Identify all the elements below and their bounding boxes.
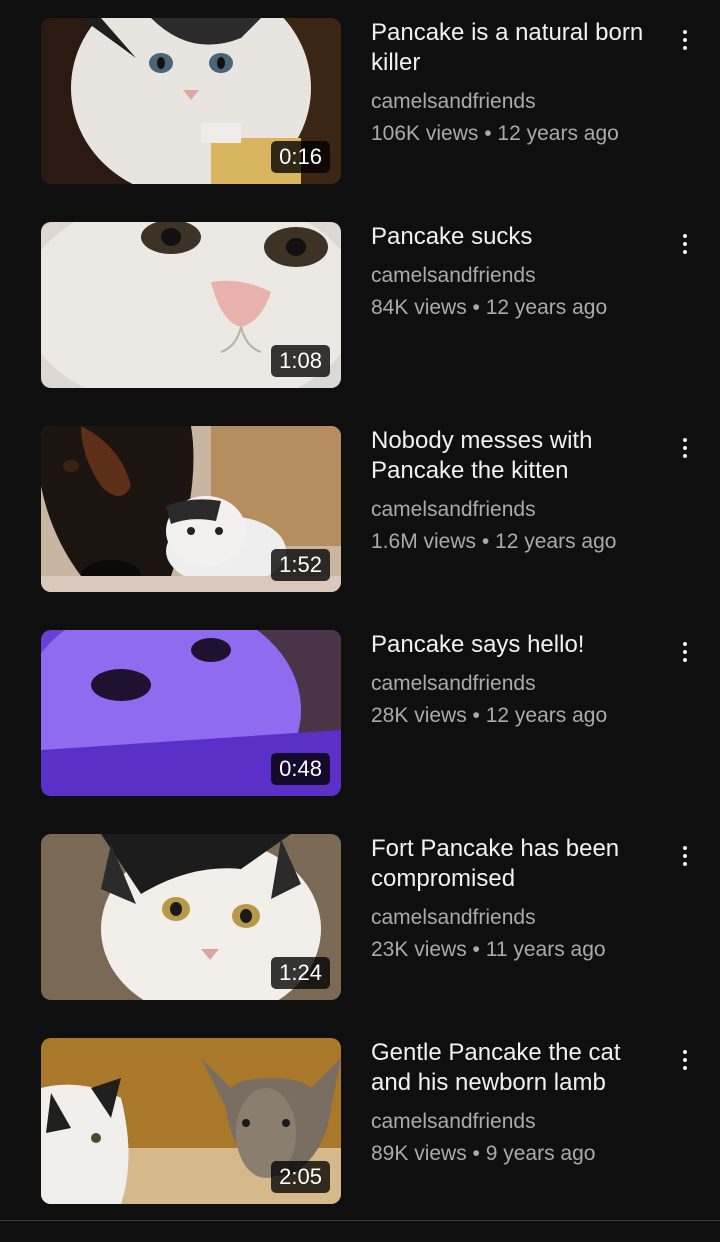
video-stats: 106K views • 12 years ago	[371, 122, 619, 145]
video-title[interactable]: Gentle Pancake the cat and his newborn l…	[371, 1038, 661, 1098]
video-item[interactable]: 0:16 Pancake is a natural born killer ca…	[0, 18, 720, 184]
channel-name[interactable]: camelsandfriends	[371, 86, 671, 118]
more-vert-icon[interactable]	[670, 838, 700, 874]
video-duration: 0:48	[271, 753, 330, 785]
video-stats: 84K views • 12 years ago	[371, 296, 608, 319]
video-stats: 28K views • 12 years ago	[371, 704, 608, 727]
divider	[0, 1220, 720, 1221]
video-thumbnail[interactable]: 0:48	[41, 630, 341, 796]
video-title[interactable]: Nobody messes with Pancake the kitten	[371, 426, 661, 486]
channel-name[interactable]: camelsandfriends	[371, 668, 671, 700]
video-duration: 1:24	[271, 957, 330, 989]
video-item[interactable]: 2:05 Gentle Pancake the cat and his newb…	[0, 1038, 720, 1204]
video-stats: 23K views • 11 years ago	[371, 938, 606, 961]
channel-name[interactable]: camelsandfriends	[371, 260, 671, 292]
video-title[interactable]: Pancake says hello!	[371, 630, 661, 660]
more-vert-icon[interactable]	[670, 226, 700, 262]
video-thumbnail[interactable]: 1:08	[41, 222, 341, 388]
video-item[interactable]: 1:24 Fort Pancake has been compromised c…	[0, 834, 720, 1000]
video-title[interactable]: Fort Pancake has been compromised	[371, 834, 661, 894]
channel-name[interactable]: camelsandfriends	[371, 902, 671, 934]
video-thumbnail[interactable]: 0:16	[41, 18, 341, 184]
video-title[interactable]: Pancake sucks	[371, 222, 661, 252]
video-thumbnail[interactable]: 1:52	[41, 426, 341, 592]
channel-name[interactable]: camelsandfriends	[371, 494, 671, 526]
channel-name[interactable]: camelsandfriends	[371, 1106, 671, 1138]
video-item[interactable]: 1:08 Pancake sucks camelsandfriends 84K …	[0, 222, 720, 388]
video-duration: 1:52	[271, 549, 330, 581]
video-thumbnail[interactable]: 1:24	[41, 834, 341, 1000]
video-stats: 89K views • 9 years ago	[371, 1142, 596, 1165]
more-vert-icon[interactable]	[670, 430, 700, 466]
more-vert-icon[interactable]	[670, 22, 700, 58]
more-vert-icon[interactable]	[670, 634, 700, 670]
video-duration: 1:08	[271, 345, 330, 377]
video-item[interactable]: 0:48 Pancake says hello! camelsandfriend…	[0, 630, 720, 796]
video-thumbnail[interactable]: 2:05	[41, 1038, 341, 1204]
video-stats: 1.6M views • 12 years ago	[371, 530, 617, 553]
more-vert-icon[interactable]	[670, 1042, 700, 1078]
video-duration: 0:16	[271, 141, 330, 173]
video-title[interactable]: Pancake is a natural born killer	[371, 18, 661, 78]
video-item[interactable]: 1:52 Nobody messes with Pancake the kitt…	[0, 426, 720, 592]
video-duration: 2:05	[271, 1161, 330, 1193]
